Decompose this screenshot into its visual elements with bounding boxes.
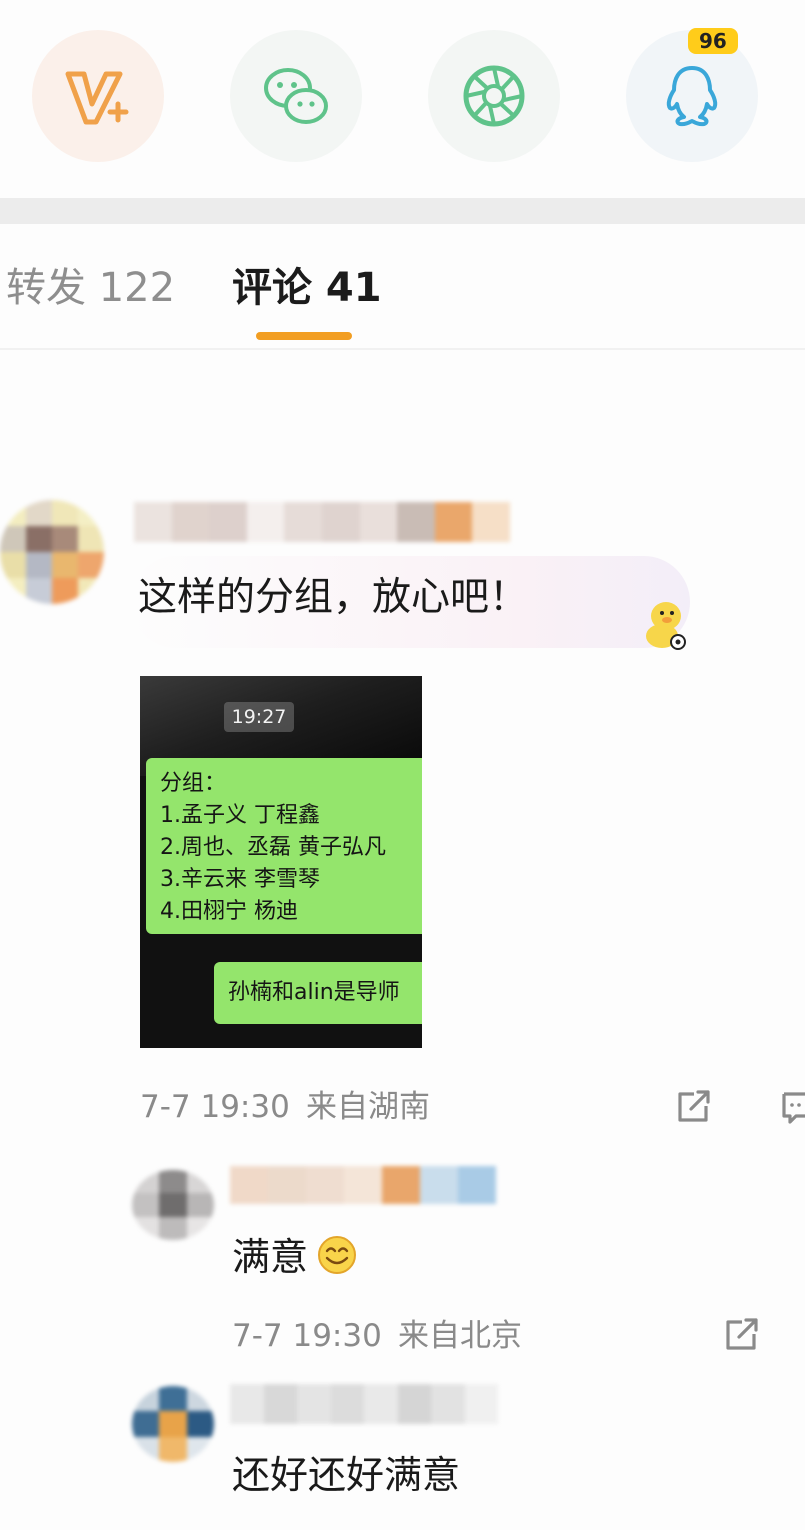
share-wechat-button[interactable] bbox=[230, 30, 362, 162]
tab-active-indicator bbox=[256, 332, 352, 340]
username-redacted bbox=[230, 1384, 498, 1424]
avatar[interactable] bbox=[0, 500, 104, 604]
chat-line: 分组： bbox=[160, 771, 227, 796]
tab-repost[interactable]: 转发 122 bbox=[6, 262, 175, 314]
share-icon[interactable] bbox=[722, 1316, 762, 1354]
username-redacted bbox=[230, 1166, 496, 1204]
chat-message-bubble: 分组： 1.孟子义 丁程鑫 2.周也、丞磊 黄子弘凡 3.辛云来 李雪琴 4.田… bbox=[146, 758, 422, 934]
smile-emoji-icon bbox=[318, 1236, 356, 1274]
comment-date: 7-7 19:30 bbox=[140, 1089, 290, 1125]
comment-icon[interactable] bbox=[780, 1090, 805, 1126]
reply-date: 7-7 19:30 bbox=[232, 1318, 382, 1354]
chat-line: 1.孟子义 丁程鑫 bbox=[160, 803, 320, 828]
comment-location: 来自湖南 bbox=[306, 1089, 430, 1125]
share-icon[interactable] bbox=[674, 1088, 714, 1126]
chat-line: 2.周也、丞磊 黄子弘凡 bbox=[160, 835, 386, 860]
chat-reply-bubble: 孙楠和alin是导师 bbox=[214, 962, 422, 1024]
avatar[interactable] bbox=[132, 1170, 214, 1240]
reply-location: 来自北京 bbox=[398, 1318, 522, 1354]
tab-divider bbox=[0, 348, 805, 350]
attached-chat-image[interactable]: 19:27 分组： 1.孟子义 丁程鑫 2.周也、丞磊 黄子弘凡 3.辛云来 李… bbox=[140, 676, 422, 1048]
vip-plus-icon bbox=[65, 71, 129, 125]
reply-text: 满意 bbox=[232, 1235, 309, 1279]
duck-sticker-icon bbox=[646, 602, 686, 650]
chat-line: 3.辛云来 李雪琴 bbox=[160, 867, 320, 892]
tab-comment[interactable]: 评论 41 bbox=[232, 262, 382, 314]
chat-line: 4.田栩宁 杨迪 bbox=[160, 899, 298, 924]
qq-icon bbox=[666, 66, 718, 127]
comment-text: 这样的分组，放心吧！ bbox=[138, 575, 529, 620]
wechat-icon bbox=[264, 68, 328, 124]
share-vip-button[interactable] bbox=[32, 30, 164, 162]
moments-icon bbox=[463, 65, 525, 127]
reply-text: 还好还好满意 bbox=[232, 1453, 461, 1497]
section-separator bbox=[0, 198, 805, 224]
chat-timestamp: 19:27 bbox=[224, 702, 294, 732]
share-moments-button[interactable] bbox=[428, 30, 560, 162]
username-redacted bbox=[134, 502, 510, 542]
avatar[interactable] bbox=[132, 1386, 214, 1462]
notification-badge: 96 bbox=[688, 28, 738, 54]
